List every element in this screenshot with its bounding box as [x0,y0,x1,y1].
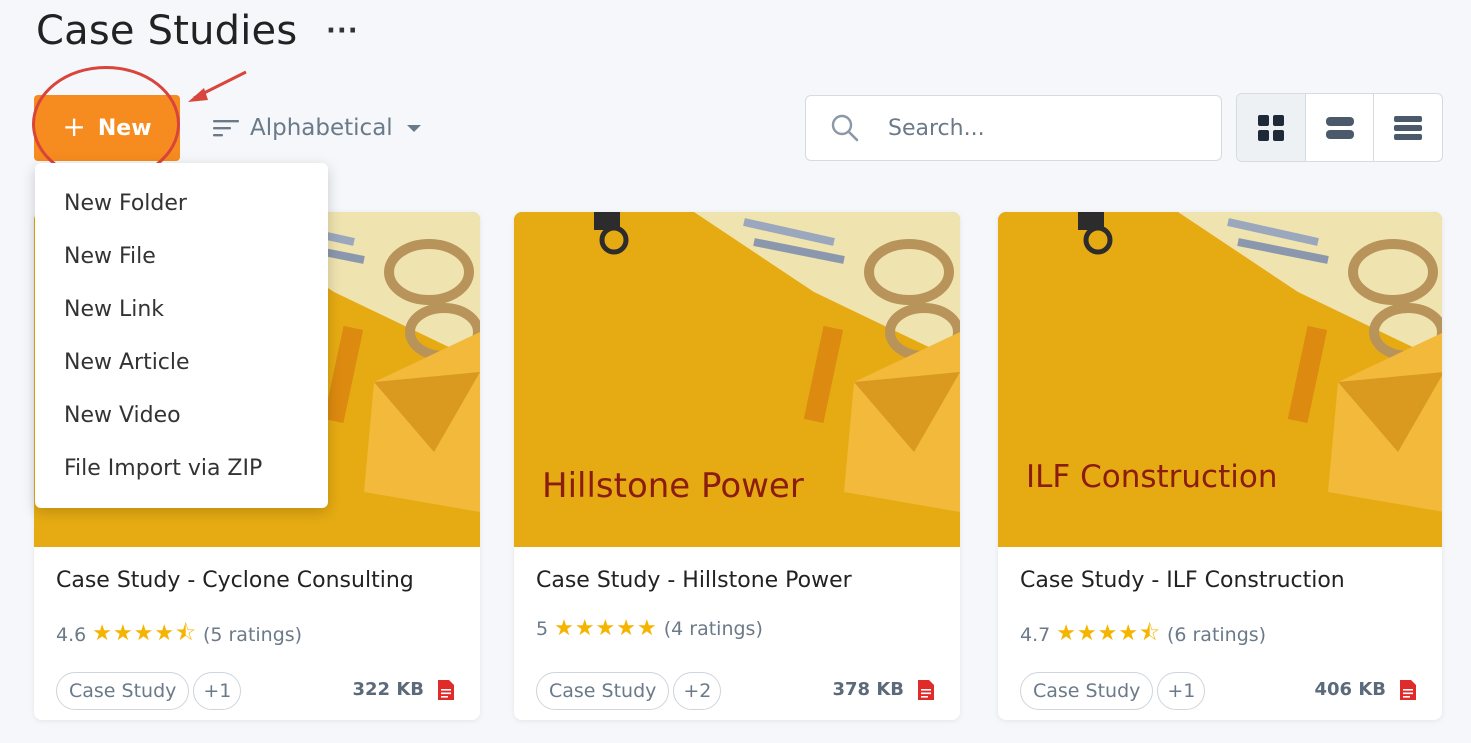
card-list-icon [1325,116,1354,139]
more-tags-chip[interactable]: +2 [673,672,722,710]
new-button-label: New [97,115,152,141]
file-size: 406 KB [1314,679,1386,700]
search-icon [831,114,859,142]
caret-down-icon [406,124,421,132]
list-view-button[interactable] [1373,94,1442,161]
file-size: 378 KB [832,679,904,700]
card-thumbnail: ILF Construction [998,212,1442,547]
rating-value: 4.7 [1020,624,1051,646]
tags-row: Case Study +1 [1020,672,1206,710]
more-tags-chip[interactable]: +1 [193,672,242,710]
star-rating-icon: ★★★★⯪ [92,621,197,646]
star-rating-icon: ★★★★⯪ [1056,621,1161,646]
annotation-arrow-icon [188,70,247,102]
card-title[interactable]: Case Study - Hillstone Power [536,568,852,593]
card-list-view-button[interactable] [1304,94,1374,161]
new-button[interactable]: + New [34,95,180,161]
page-title: Case Studies [36,8,298,54]
sort-dropdown[interactable]: Alphabetical [212,108,421,148]
thumbnail-caption: Hillstone Power [542,466,804,507]
menu-item-new-article[interactable]: New Article [35,336,328,389]
thumbnail-caption: ILF Construction [1026,458,1278,495]
menu-item-file-import-zip[interactable]: File Import via ZIP [35,442,328,495]
tags-row: Case Study +1 [56,672,242,710]
rating-value: 5 [536,617,549,640]
grid-view-button[interactable] [1237,94,1305,161]
tag-chip[interactable]: Case Study [536,672,670,710]
sort-icon [213,120,239,137]
file-card[interactable]: Hillstone Power Case Study - Hillstone P… [514,212,960,720]
sort-label: Alphabetical [250,115,393,141]
rating-count: (6 ratings) [1166,624,1267,646]
grid-icon [1257,114,1284,141]
rating-count: (5 ratings) [202,624,303,646]
card-thumbnail: Hillstone Power [514,212,960,547]
rating-row: 5 ★★★★★ (4 ratings) [536,616,763,641]
card-title[interactable]: Case Study - Cyclone Consulting [56,568,414,593]
rating-row: 4.6 ★★★★⯪ (5 ratings) [56,616,302,654]
tag-chip[interactable]: Case Study [56,672,190,710]
pdf-file-icon [918,680,934,700]
rating-value: 4.6 [56,624,87,646]
menu-item-new-folder[interactable]: New Folder [35,177,328,230]
rating-count: (4 ratings) [663,617,763,640]
tag-chip[interactable]: Case Study [1020,672,1154,710]
list-icon [1394,115,1423,140]
search-box[interactable] [805,95,1222,161]
tags-row: Case Study +2 [536,672,722,710]
more-options-icon[interactable]: ··· [326,16,359,46]
file-size: 322 KB [352,679,424,700]
view-toggle [1236,93,1443,162]
plus-icon: + [62,109,86,143]
search-input[interactable] [888,115,1188,141]
file-card[interactable]: ILF Construction Case Study - ILF Constr… [998,212,1442,720]
star-rating-icon: ★★★★★ [554,616,658,641]
card-title[interactable]: Case Study - ILF Construction [1020,568,1345,593]
more-tags-chip[interactable]: +1 [1157,672,1206,710]
menu-item-new-link[interactable]: New Link [35,283,328,336]
menu-item-new-video[interactable]: New Video [35,389,328,442]
pdf-file-icon [1400,680,1416,700]
rating-row: 4.7 ★★★★⯪ (6 ratings) [1020,616,1266,654]
menu-item-new-file[interactable]: New File [35,230,328,283]
new-dropdown-menu: New Folder New File New Link New Article… [35,163,328,508]
pdf-file-icon [438,680,454,700]
